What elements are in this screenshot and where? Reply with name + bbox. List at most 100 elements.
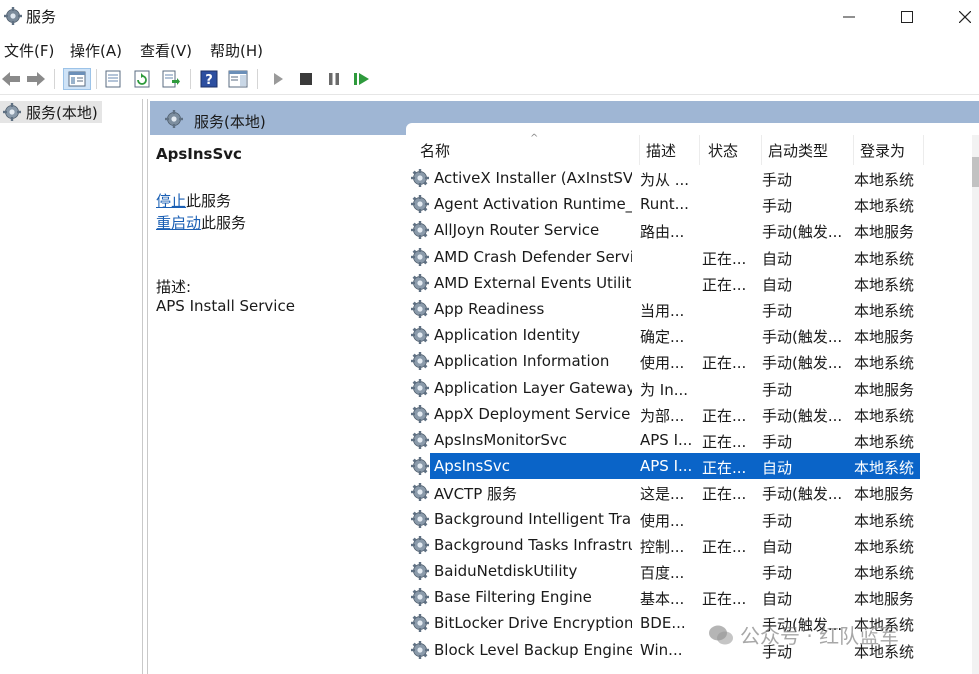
refresh-button[interactable]: [131, 68, 153, 90]
service-name-cell: Block Level Backup Engine ...: [434, 640, 632, 659]
stop-service-button[interactable]: [295, 68, 317, 90]
close-button[interactable]: [942, 0, 979, 34]
toolbar-separator: [54, 69, 55, 89]
service-desc-cell: Win...: [640, 640, 683, 659]
service-name-cell: AMD Crash Defender Servi...: [434, 247, 632, 266]
menu-help[interactable]: 帮助(H): [210, 40, 263, 61]
column-header-logon-label: 登录为: [860, 141, 906, 160]
service-desc-cell: 为从 ...: [640, 171, 690, 189]
toolbar: ?: [0, 63, 979, 95]
service-desc-cell: 控制...: [640, 537, 685, 556]
tree-item-label: 服务(本地): [26, 103, 98, 122]
column-header-name[interactable]: 名称 ^: [414, 133, 640, 165]
service-startup-cell: 手动: [762, 380, 793, 399]
column-header-desc[interactable]: 描述: [640, 135, 700, 165]
back-arrow-icon: [2, 72, 20, 86]
service-startup-cell: 手动(触发...: [762, 485, 843, 504]
service-gear-icon: [411, 457, 429, 476]
stop-service-link[interactable]: 停止: [156, 192, 186, 210]
services-gear-icon: [3, 103, 21, 121]
service-desc-cell: 使用...: [640, 354, 685, 373]
service-row[interactable]: AppX Deployment Service ... 为部... 正在... 手动(…: [406, 401, 936, 427]
column-header-status-label: 状态: [708, 141, 739, 160]
service-row[interactable]: AVCTP 服务 这是... 正在... 手动(触发... 本地服务: [406, 479, 936, 505]
restart-service-link[interactable]: 重启动: [156, 214, 201, 232]
maximize-icon: [901, 11, 913, 23]
service-row[interactable]: AMD External Events Utility 正在... 自动 本地系统: [406, 270, 936, 296]
maximize-button[interactable]: [884, 0, 930, 34]
service-name-cell: Base Filtering Engine: [434, 588, 592, 607]
service-row[interactable]: Background Intelligent Tra... 使用... 手动 本地系统: [406, 506, 936, 532]
service-startup-cell: 手动: [762, 511, 793, 530]
help-button[interactable]: ?: [198, 68, 220, 90]
wechat-logo-icon: [709, 625, 733, 644]
service-name-cell: ApsInsMonitorSvc: [434, 431, 568, 449]
close-icon: [959, 11, 971, 23]
service-gear-icon: [411, 326, 429, 345]
service-row[interactable]: App Readiness 当用... 手动 本地系统: [406, 296, 936, 322]
service-gear-icon: [411, 588, 429, 607]
action-pane-icon: [228, 70, 248, 88]
extended-description-panel: ApsInsSvc 停止此服务 重启动此服务 描述: APS Install S…: [148, 135, 408, 674]
service-gear-icon: [411, 169, 429, 187]
service-row[interactable]: Base Filtering Engine 基本... 正在... 自动 本地服务: [406, 584, 936, 610]
service-row[interactable]: Background Tasks Infrastru... 控制... 正在... 自…: [406, 532, 936, 558]
column-header-status[interactable]: 状态: [702, 135, 762, 165]
column-header-startup-type[interactable]: 启动类型: [762, 135, 854, 165]
minimize-icon: [843, 16, 855, 18]
service-name-cell: AppX Deployment Service ...: [434, 404, 632, 423]
start-service-button[interactable]: [267, 68, 289, 90]
service-logon-cell: 本地系统: [854, 511, 915, 530]
export-list-button[interactable]: [160, 68, 182, 90]
service-row[interactable]: ActiveX Installer (AxInstSV) 为从 ... 手动 本地系统: [406, 165, 936, 191]
service-desc-cell: 使用...: [640, 511, 685, 530]
service-gear-icon: [411, 404, 429, 423]
service-row[interactable]: ApsInsSvc APS I... 正在... 自动 本地系统: [406, 453, 936, 480]
service-row[interactable]: Application Information 使用... 正在... 手动(触发..…: [406, 348, 936, 374]
vertical-scrollbar[interactable]: [972, 135, 979, 674]
export-list-icon: [162, 70, 180, 88]
service-status-cell: 正在...: [702, 433, 747, 451]
service-startup-cell: 手动(触发...: [762, 328, 843, 347]
restart-action-line: 重启动此服务: [156, 212, 246, 233]
selected-service-name: ApsInsSvc: [156, 145, 242, 163]
show-hide-console-tree-button[interactable]: [63, 68, 91, 90]
service-gear-icon: [411, 562, 429, 580]
menu-file[interactable]: 文件(F): [4, 40, 54, 61]
console-tree: 服务(本地): [0, 99, 143, 674]
service-gear-icon: [411, 614, 429, 633]
services-gear-icon: [4, 7, 22, 25]
pause-service-button[interactable]: [323, 68, 345, 90]
service-desc-cell: 为部...: [640, 406, 685, 425]
service-row[interactable]: BaiduNetdiskUtility 百度... 手动 本地系统: [406, 558, 936, 584]
tree-item-services-local[interactable]: 服务(本地): [0, 101, 102, 123]
service-row[interactable]: ApsInsMonitorSvc APS I... 正在... 手动 本地系统: [406, 427, 936, 453]
service-row[interactable]: Application Identity 确定... 手动(触发... 本地服务: [406, 322, 936, 348]
scrollbar-thumb[interactable]: [972, 157, 979, 187]
service-name-cell: Application Identity: [434, 326, 581, 345]
svg-text:?: ?: [205, 73, 213, 88]
menu-view[interactable]: 查看(V): [140, 40, 192, 61]
column-header-logon[interactable]: 登录为: [854, 135, 924, 165]
service-status-cell: 正在...: [702, 485, 747, 504]
service-row[interactable]: AllJoyn Router Service 路由... 手动(触发... 本地服务: [406, 217, 936, 243]
service-name-cell: App Readiness: [434, 300, 545, 318]
service-name-cell: AVCTP 服务: [434, 485, 518, 504]
restart-icon: [354, 73, 369, 85]
minimize-button[interactable]: [826, 0, 872, 34]
service-status-cell: 正在...: [702, 590, 747, 609]
service-status-cell: 正在...: [702, 354, 747, 373]
forward-button[interactable]: [25, 68, 47, 90]
services-list: 名称 ^ 描述 状态 启动类型 登录为 ActiveX Installer (A…: [406, 123, 979, 674]
show-hide-action-pane-button[interactable]: [227, 68, 249, 90]
sort-ascending-icon: ^: [530, 133, 539, 144]
back-button[interactable]: [0, 68, 22, 90]
service-row[interactable]: AMD Crash Defender Servi... 正在... 自动 本地系统: [406, 244, 936, 270]
service-desc-cell: 路由...: [640, 223, 685, 242]
restart-service-button[interactable]: [351, 68, 373, 90]
service-startup-cell: 自动: [762, 537, 793, 556]
menu-action[interactable]: 操作(A): [70, 40, 122, 61]
service-row[interactable]: Agent Activation Runtime_... Runt... 手动 本地系…: [406, 191, 936, 217]
properties-button[interactable]: [102, 68, 124, 90]
service-row[interactable]: Application Layer Gateway ... 为 In... 手动 本地…: [406, 375, 936, 401]
